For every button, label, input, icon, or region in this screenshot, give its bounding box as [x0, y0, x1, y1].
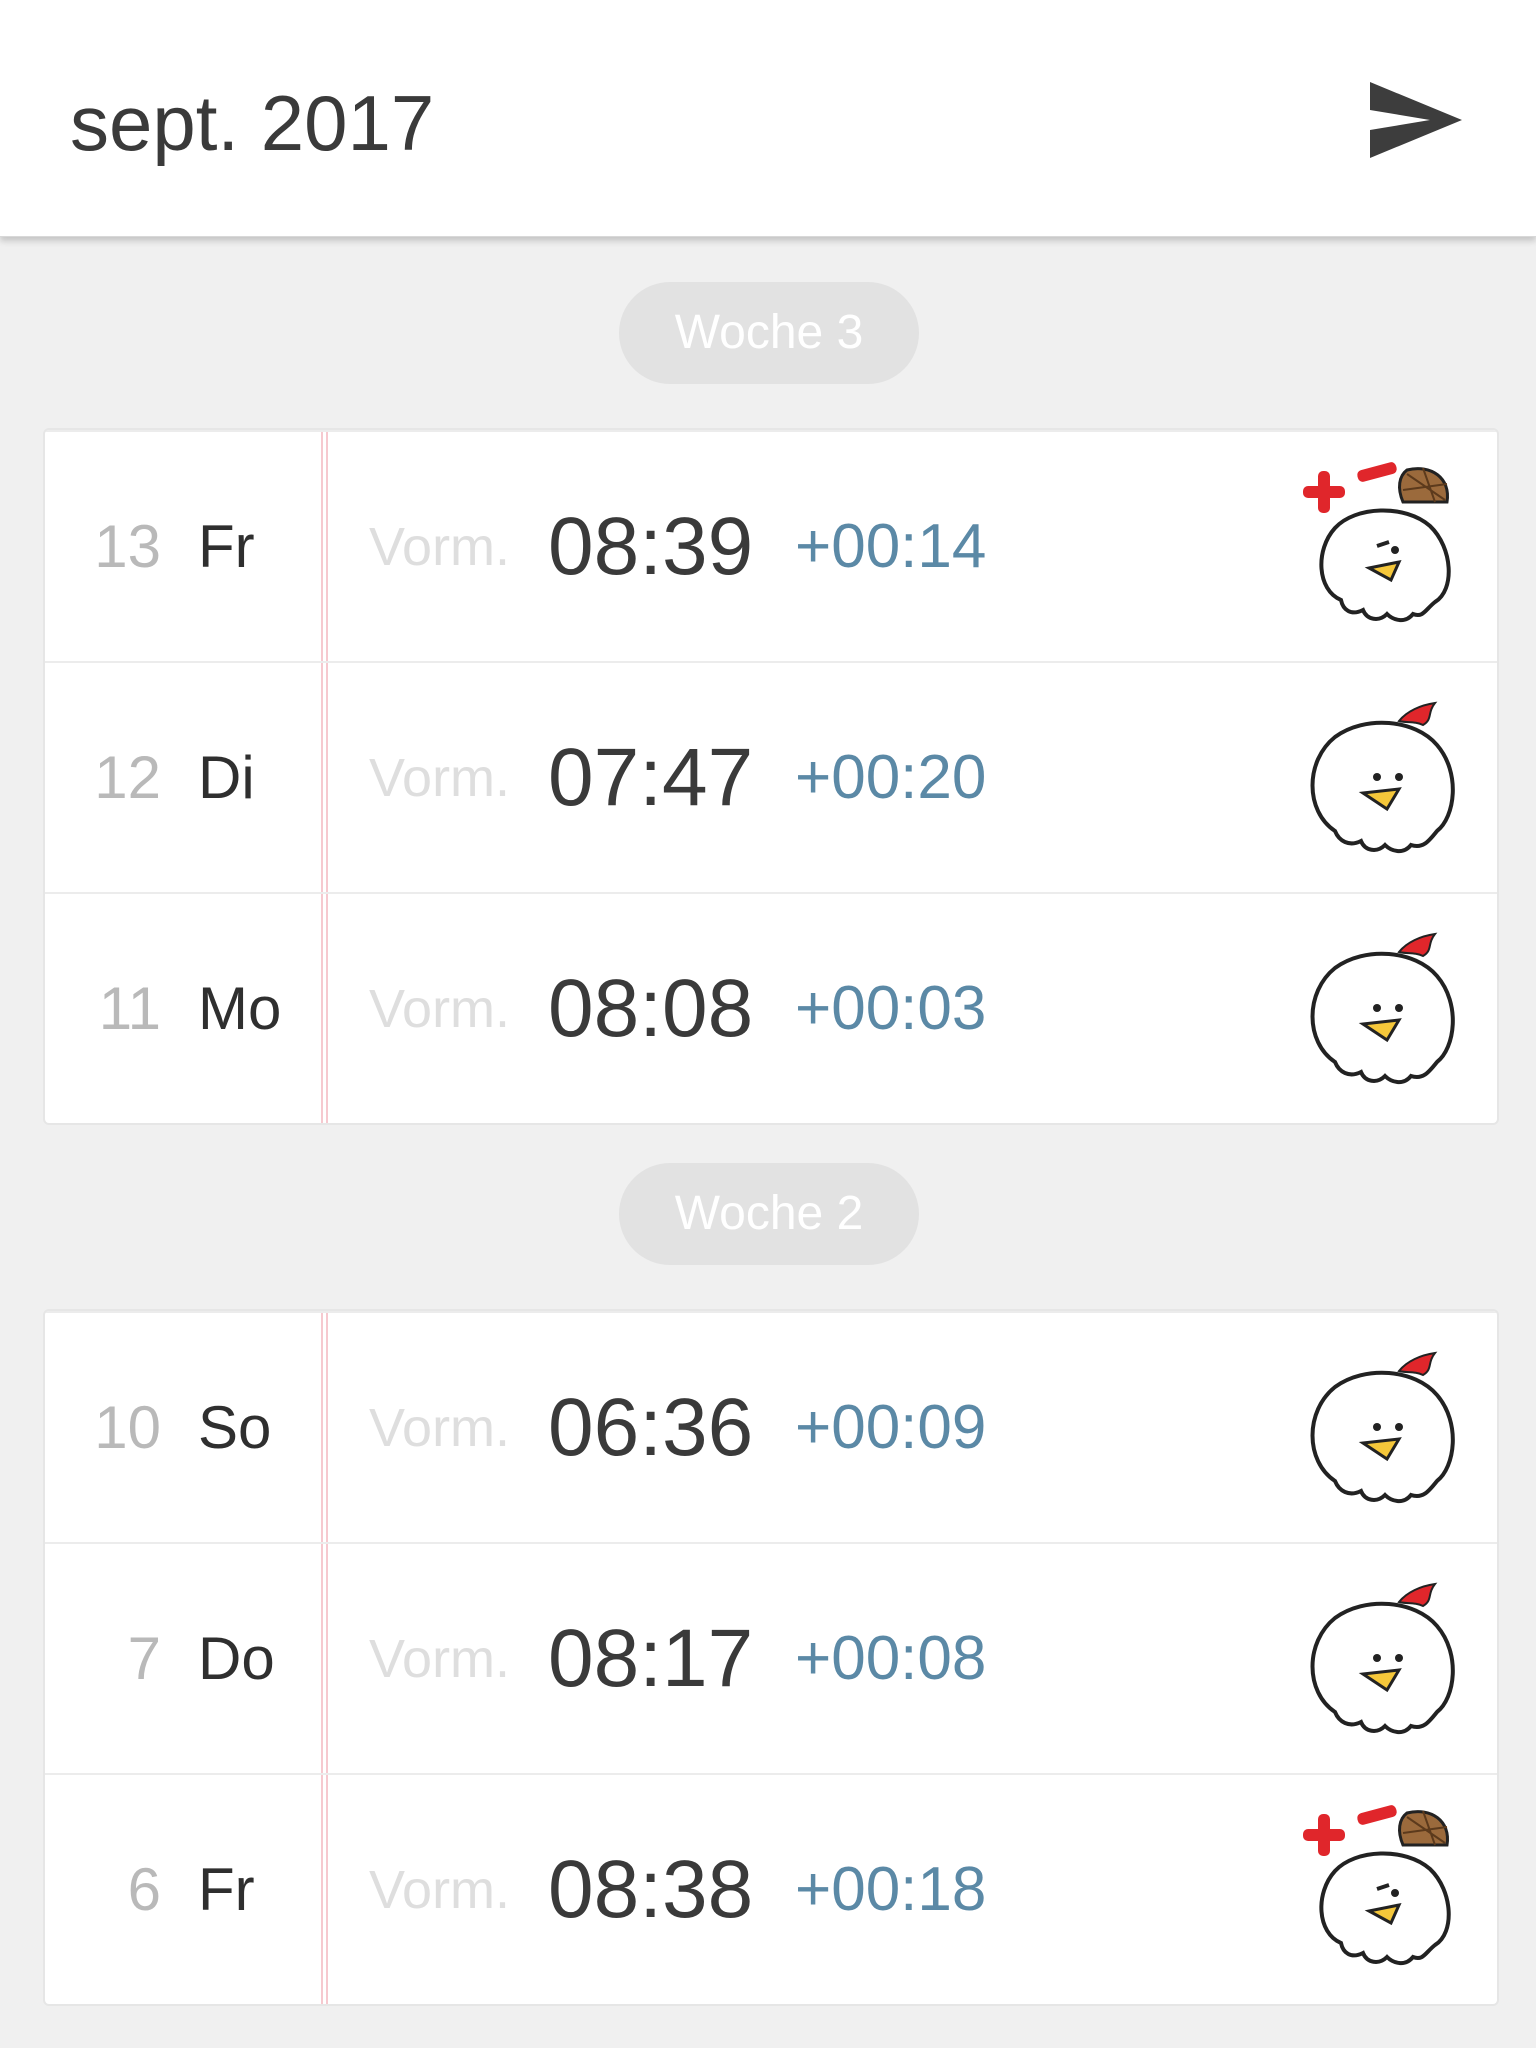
- chick-icon: [1295, 912, 1475, 1102]
- day-row[interactable]: 7 Do Vorm. 08:17 +00:08: [45, 1542, 1497, 1773]
- period-label: Vorm.: [369, 1628, 511, 1689]
- chick-icon: [1295, 1562, 1475, 1752]
- period-label: Vorm.: [369, 978, 511, 1039]
- week-card: 13 Fr Vorm. 08:39 +00:14 12 Di Vorm. 07:…: [43, 428, 1499, 1125]
- day-row[interactable]: 10 So Vorm. 06:36 +00:09: [45, 1311, 1497, 1542]
- day-number: 7: [127, 1625, 161, 1692]
- day-row[interactable]: 11 Mo Vorm. 08:08 +00:03: [45, 892, 1497, 1123]
- wake-time: 06:36: [548, 1381, 754, 1473]
- wake-time: 08:08: [548, 962, 754, 1054]
- week-card: 10 So Vorm. 06:36 +00:09 7 Do Vorm. 08:1…: [43, 1309, 1499, 2006]
- chick-icon: [1295, 681, 1475, 871]
- chick-icon: [1295, 1331, 1475, 1521]
- month-title[interactable]: sept. 2017: [70, 78, 434, 168]
- wake-time: 07:47: [548, 731, 754, 823]
- day-number: 13: [94, 513, 161, 580]
- day-row[interactable]: 13 Fr Vorm. 08:39 +00:14: [45, 430, 1497, 661]
- time-difference: +00:20: [795, 743, 987, 812]
- week-label: Woche 2: [619, 1163, 919, 1265]
- period-label: Vorm.: [369, 1397, 511, 1458]
- time-difference: +00:18: [795, 1855, 987, 1924]
- app-header: sept. 2017: [0, 0, 1536, 237]
- time-difference: +00:09: [795, 1393, 987, 1462]
- day-number: 6: [127, 1856, 161, 1923]
- day-name: Di: [198, 744, 255, 811]
- wake-time: 08:39: [548, 500, 754, 592]
- day-name: Do: [198, 1625, 275, 1692]
- day-name: So: [198, 1394, 272, 1461]
- chick-detective-icon: [1295, 1793, 1475, 1983]
- wake-time: 08:38: [548, 1843, 754, 1935]
- send-icon[interactable]: [1368, 78, 1464, 162]
- day-name: Fr: [198, 513, 255, 580]
- time-difference: +00:03: [795, 974, 987, 1043]
- period-label: Vorm.: [369, 516, 511, 577]
- day-number: 12: [94, 744, 161, 811]
- period-label: Vorm.: [369, 1859, 511, 1920]
- day-number: 10: [94, 1394, 161, 1461]
- day-row[interactable]: 12 Di Vorm. 07:47 +00:20: [45, 661, 1497, 892]
- wake-time: 08:17: [548, 1612, 754, 1704]
- day-row[interactable]: 6 Fr Vorm. 08:38 +00:18: [45, 1773, 1497, 2004]
- time-difference: +00:14: [795, 512, 987, 581]
- day-name: Fr: [198, 1856, 255, 1923]
- chick-detective-icon: [1295, 450, 1475, 640]
- day-name: Mo: [198, 975, 282, 1042]
- day-number: 11: [98, 975, 161, 1042]
- period-label: Vorm.: [369, 747, 511, 808]
- week-label: Woche 3: [619, 282, 919, 384]
- time-difference: +00:08: [795, 1624, 987, 1693]
